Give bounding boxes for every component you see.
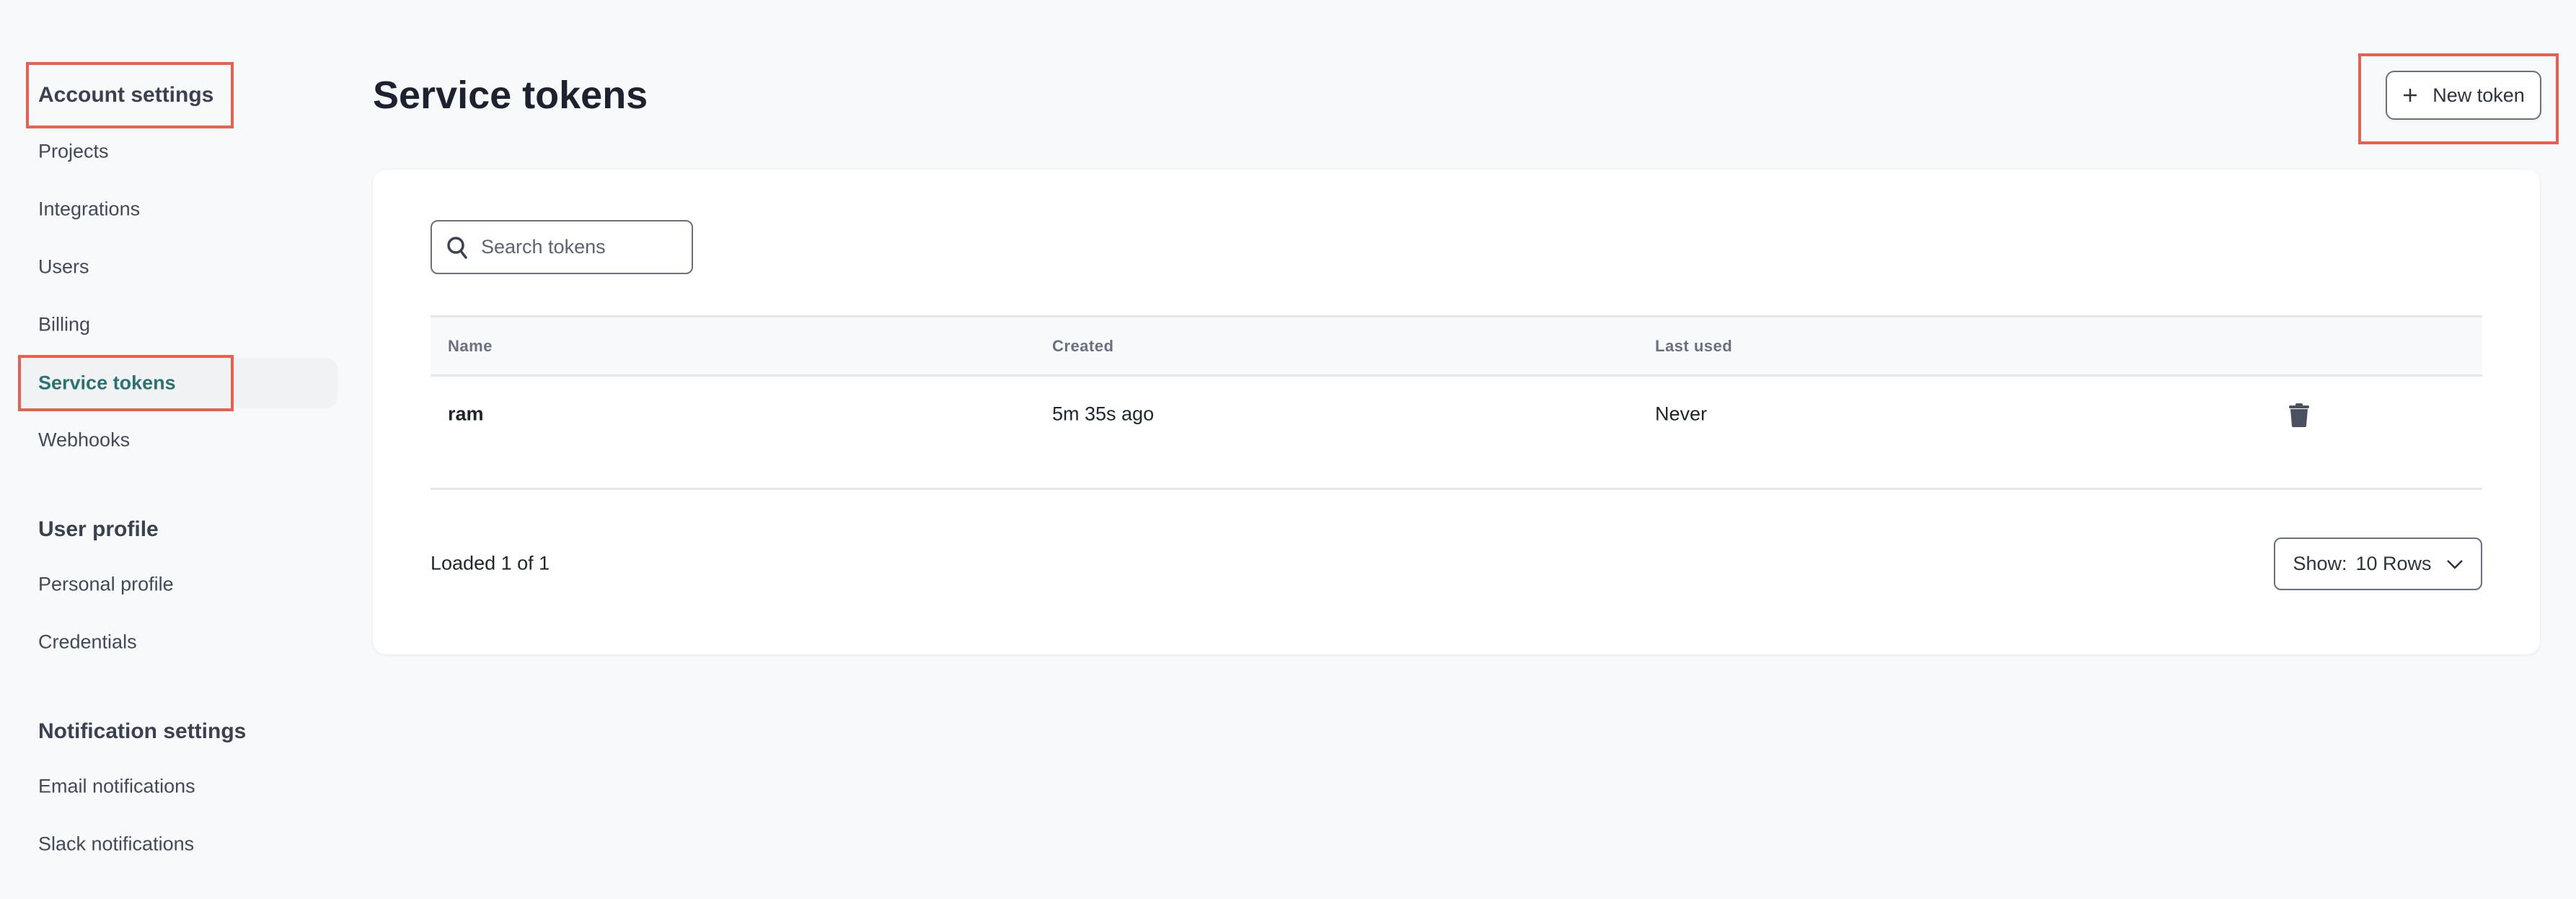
search-field[interactable] [431, 220, 693, 274]
trash-icon[interactable] [2288, 403, 2310, 427]
search-input[interactable] [480, 235, 670, 259]
page-title: Service tokens [373, 74, 648, 117]
search-icon [447, 236, 467, 259]
token-created: 5m 35s ago [1052, 403, 1155, 425]
sidebar-item-webhooks[interactable]: Webhooks [38, 429, 130, 452]
token-last-used: Never [1655, 403, 1708, 425]
sidebar-item-billing[interactable]: Billing [38, 314, 90, 336]
new-token-button[interactable]: New token [2386, 71, 2541, 120]
table-row: ram 5m 35s ago Never [431, 377, 2482, 490]
column-header-created[interactable]: Created [1052, 337, 1113, 356]
show-label: Show: [2293, 553, 2347, 574]
chevron-down-icon [2446, 559, 2463, 569]
rows-per-page-select[interactable]: Show: 10 Rows [2274, 538, 2482, 590]
sidebar-item-projects[interactable]: Projects [38, 141, 109, 163]
column-header-last-used[interactable]: Last used [1655, 337, 1732, 356]
table-header: Name Created Last used [431, 315, 2482, 377]
section-heading-user-profile: User profile [38, 517, 159, 541]
sidebar-item-integrations[interactable]: Integrations [38, 198, 140, 221]
plus-icon [2404, 89, 2417, 102]
new-token-label: New token [2432, 84, 2525, 106]
section-heading-notification-settings: Notification settings [38, 719, 247, 743]
rows-value: 10 Rows [2355, 553, 2432, 574]
sidebar-item-slack-notifications[interactable]: Slack notifications [38, 833, 194, 856]
annotation-box-service-tokens [18, 355, 234, 411]
loaded-count: Loaded 1 of 1 [431, 552, 550, 574]
tokens-card: Name Created Last used ram 5m 35s ago Ne… [373, 170, 2540, 654]
annotation-box-account-settings [26, 62, 234, 128]
token-name: ram [448, 403, 484, 425]
sidebar-item-users[interactable]: Users [38, 256, 89, 279]
sidebar-item-personal-profile[interactable]: Personal profile [38, 574, 174, 596]
column-header-name[interactable]: Name [448, 337, 493, 356]
sidebar-item-email-notifications[interactable]: Email notifications [38, 776, 195, 798]
sidebar-item-credentials[interactable]: Credentials [38, 631, 137, 654]
